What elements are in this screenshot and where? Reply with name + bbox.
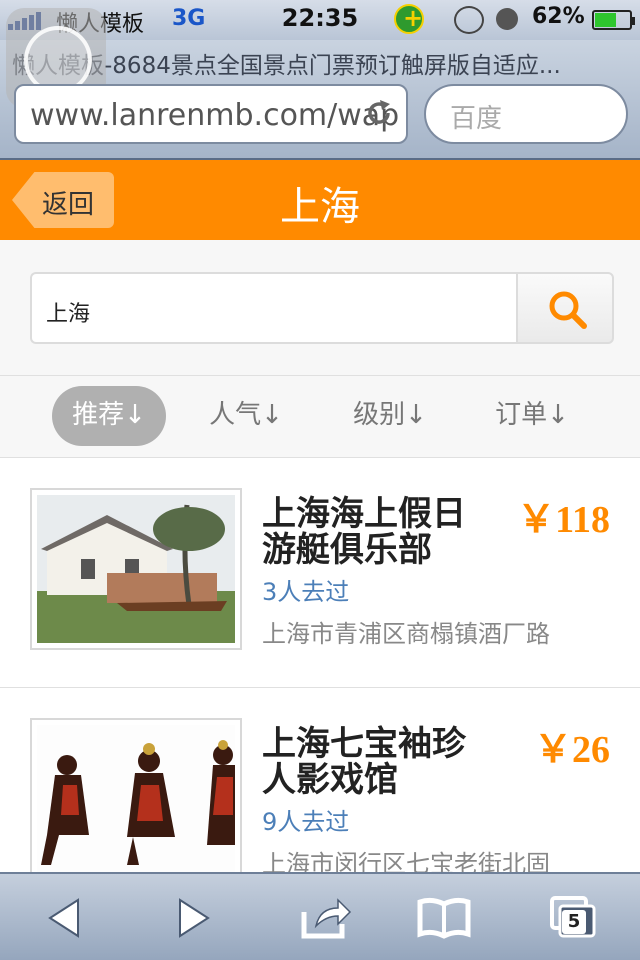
url-text: www.lanrenmb.com/wap xyxy=(30,98,400,133)
list-item[interactable]: 上海海上假日游艇俱乐部 ￥118 3人去过 上海市青浦区商榻镇酒厂路 xyxy=(0,458,640,688)
back-arrow-icon[interactable] xyxy=(38,894,94,942)
page-header: 返回 上海 xyxy=(0,160,640,240)
header-title: 上海 xyxy=(280,184,360,230)
browser-toolbar: 懒人模板-8684景点全国景点门票预订触屏版自适应... www.lanrenm… xyxy=(0,8,640,160)
attraction-thumbnail xyxy=(30,488,242,650)
address-bar[interactable]: www.lanrenmb.com/wap xyxy=(14,84,408,144)
sort-bar: 推荐↓ 人气↓ 级别↓ 订单↓ xyxy=(0,376,640,458)
sort-tab-popularity[interactable]: 人气↓ xyxy=(196,386,296,446)
security-app-icon xyxy=(394,4,424,34)
rotation-lock-icon xyxy=(454,6,484,34)
search-button[interactable] xyxy=(516,272,614,344)
search-icon xyxy=(549,291,587,329)
tabs-button[interactable]: 5 xyxy=(548,894,604,942)
reload-icon[interactable] xyxy=(364,98,394,128)
visited-count: 3人去过 xyxy=(262,578,350,606)
attraction-price: ￥26 xyxy=(533,729,610,771)
sort-tab-recommended[interactable]: 推荐↓ xyxy=(52,386,166,446)
battery-icon xyxy=(592,10,635,30)
search-section: 上海 xyxy=(0,240,640,376)
attraction-name[interactable]: 上海海上假日游艇俱乐部 xyxy=(262,496,492,568)
attraction-thumbnail xyxy=(30,718,242,880)
search-input[interactable]: 上海 xyxy=(30,272,518,344)
alarm-icon xyxy=(496,8,518,30)
browser-search-field[interactable]: 百度 xyxy=(424,84,628,144)
share-icon[interactable] xyxy=(298,894,354,942)
sort-tab-level[interactable]: 级别↓ xyxy=(340,386,440,446)
browser-search-placeholder: 百度 xyxy=(450,104,503,134)
forward-arrow-icon[interactable] xyxy=(164,894,220,942)
tabs-count: 5 xyxy=(562,910,586,934)
battery-percent: 62% xyxy=(532,4,585,29)
attraction-price: ￥118 xyxy=(517,499,610,541)
attraction-address: 上海市青浦区商榻镇酒厂路 xyxy=(262,620,550,648)
bookmarks-icon[interactable] xyxy=(416,894,472,942)
visited-count: 9人去过 xyxy=(262,808,350,836)
browser-bottom-toolbar: 5 xyxy=(0,872,640,960)
attraction-name[interactable]: 上海七宝袖珍人影戏馆 xyxy=(262,726,492,798)
sort-tab-orders[interactable]: 订单↓ xyxy=(482,386,582,446)
